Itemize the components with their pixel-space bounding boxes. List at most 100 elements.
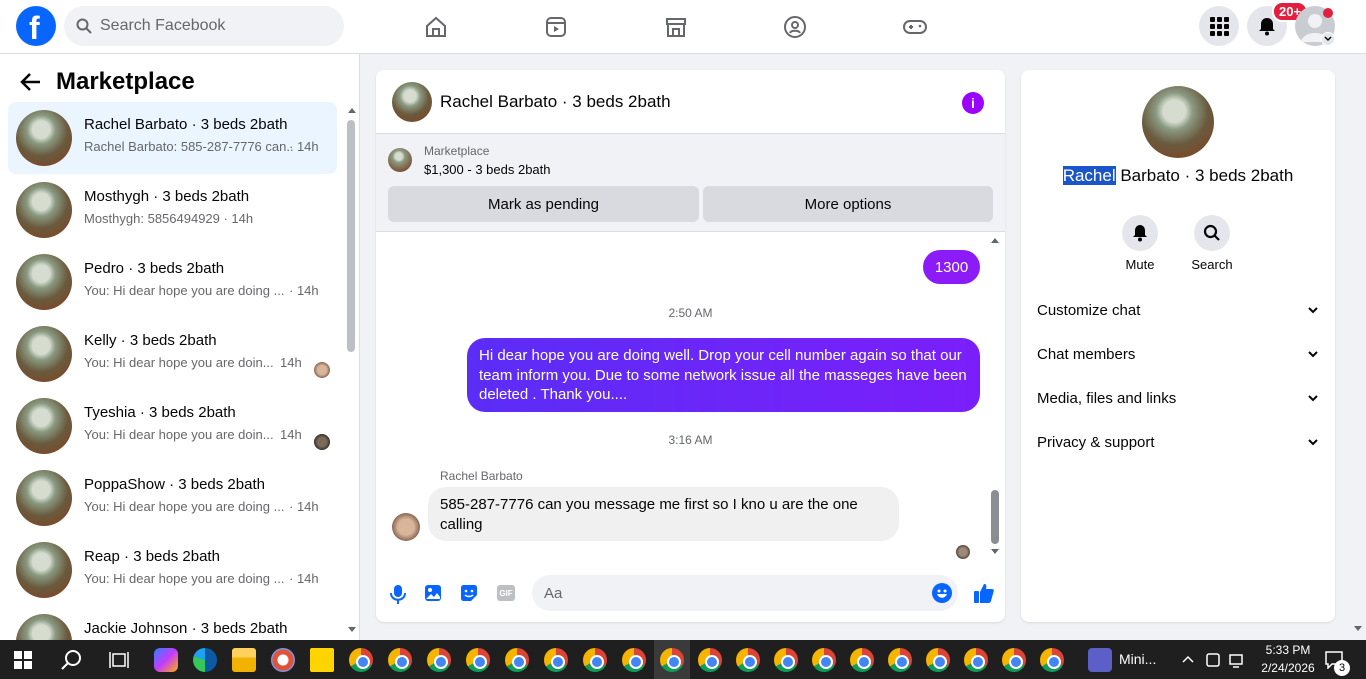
- chrome-icon[interactable]: [466, 648, 490, 672]
- clock-date[interactable]: 2/24/2026: [1253, 661, 1323, 675]
- chrome-icon[interactable]: [544, 648, 568, 672]
- search-conversation-button[interactable]: Search: [1182, 215, 1242, 272]
- conversation-name: PoppaShow · 3 beds 2bath: [84, 476, 265, 493]
- conversation-preview: Mosthygh: 5856494929 · 14h: [84, 211, 254, 226]
- listing-thumbnail: [388, 148, 412, 172]
- chrome-icon[interactable]: [349, 648, 373, 672]
- conversation-item[interactable]: PoppaShow · 3 beds 2bath You: Hi dear ho…: [8, 462, 337, 534]
- gaming-nav-icon[interactable]: [895, 10, 935, 44]
- scroll-up-arrow-icon[interactable]: [347, 106, 357, 114]
- chrome-icon[interactable]: [583, 648, 607, 672]
- chrome-icon[interactable]: [427, 648, 451, 672]
- task-view-icon[interactable]: [109, 651, 129, 669]
- edge-icon[interactable]: [193, 648, 217, 672]
- listing-banner: Marketplace $1,300 - 3 beds 2bath Mark a…: [376, 134, 1005, 232]
- emoji-icon[interactable]: [932, 583, 952, 603]
- home-nav-icon[interactable]: [416, 10, 456, 44]
- svg-text:f: f: [29, 10, 40, 46]
- chrome-icon[interactable]: [888, 648, 912, 672]
- section-label: Privacy & support: [1037, 434, 1155, 451]
- chat-title[interactable]: Rachel Barbato · 3 beds 2bath: [440, 92, 671, 112]
- conversation-name: Rachel Barbato · 3 beds 2bath: [84, 116, 288, 133]
- video-nav-icon[interactable]: [536, 10, 576, 44]
- taskbar-app-label[interactable]: Mini...: [1119, 651, 1156, 667]
- section-label: Chat members: [1037, 346, 1136, 363]
- chevron-down-icon[interactable]: [1321, 32, 1335, 46]
- sent-message[interactable]: 1300: [923, 250, 980, 284]
- mute-button[interactable]: Mute: [1110, 215, 1170, 272]
- tray-device-icon[interactable]: [1205, 652, 1221, 668]
- marketplace-nav-icon[interactable]: [656, 10, 696, 44]
- paint-icon[interactable]: [271, 648, 295, 672]
- facebook-logo[interactable]: f: [16, 6, 56, 46]
- like-icon[interactable]: [973, 582, 995, 604]
- network-icon[interactable]: [1229, 652, 1247, 668]
- sticker-icon[interactable]: [460, 584, 478, 602]
- video-app-icon[interactable]: [1088, 648, 1112, 672]
- customize-chat-section[interactable]: Customize chat: [1037, 302, 1319, 326]
- chrome-icon-active[interactable]: [660, 648, 684, 672]
- chrome-icon[interactable]: [698, 648, 722, 672]
- chat-avatar[interactable]: [392, 82, 432, 122]
- file-explorer-icon[interactable]: [232, 648, 256, 672]
- search-label: Search: [1191, 257, 1233, 272]
- clock-time[interactable]: 5:33 PM: [1258, 643, 1318, 657]
- media-files-links-section[interactable]: Media, files and links: [1037, 390, 1319, 414]
- more-options-button[interactable]: More options: [703, 186, 993, 222]
- windows-start-icon[interactable]: [14, 651, 32, 669]
- gif-icon[interactable]: GIF: [497, 585, 515, 601]
- chrome-icon[interactable]: [622, 648, 646, 672]
- chat-scrollbar[interactable]: [991, 490, 999, 544]
- menu-grid-button[interactable]: [1199, 6, 1239, 46]
- message-input[interactable]: Aa: [532, 575, 958, 611]
- sender-avatar[interactable]: [392, 513, 420, 541]
- back-arrow-icon[interactable]: [20, 72, 42, 92]
- chevron-up-icon[interactable]: [1182, 655, 1194, 663]
- chrome-icon[interactable]: [1002, 648, 1026, 672]
- sidebar-scrollbar[interactable]: [347, 120, 355, 352]
- search-input[interactable]: Search Facebook: [64, 6, 344, 46]
- chrome-icon[interactable]: [1040, 648, 1064, 672]
- mute-label: Mute: [1125, 257, 1155, 272]
- chat-profile-avatar[interactable]: [1142, 86, 1214, 158]
- conversation-item[interactable]: Jackie Johnson · 3 beds 2bath: [8, 606, 337, 640]
- chat-members-section[interactable]: Chat members: [1037, 346, 1319, 370]
- chrome-icon[interactable]: [388, 648, 412, 672]
- chrome-icon[interactable]: [964, 648, 988, 672]
- notification-count: 3: [1334, 660, 1350, 676]
- microphone-icon[interactable]: [390, 584, 406, 604]
- page-scroll-down-arrow-icon[interactable]: [1353, 625, 1363, 633]
- conversation-item[interactable]: Mosthygh · 3 beds 2bath Mosthygh: 585649…: [8, 174, 337, 246]
- scroll-up-arrow-icon[interactable]: [990, 236, 1000, 244]
- listing-thumbnail: [16, 470, 72, 526]
- groups-nav-icon[interactable]: [775, 10, 815, 44]
- chrome-icon[interactable]: [812, 648, 836, 672]
- chrome-icon[interactable]: [850, 648, 874, 672]
- photo-icon[interactable]: [424, 584, 442, 602]
- sent-message[interactable]: Hi dear hope you are doing well. Drop yo…: [467, 338, 980, 412]
- search-icon[interactable]: [61, 649, 83, 671]
- listing-price: $1,300 - 3 beds 2bath: [424, 162, 551, 177]
- conversation-item[interactable]: Pedro · 3 beds 2bath You: Hi dear hope y…: [8, 246, 337, 318]
- copilot-icon[interactable]: [154, 648, 178, 672]
- received-message[interactable]: 585-287-7776 can you message me first so…: [428, 487, 899, 541]
- conversation-item[interactable]: Rachel Barbato · 3 beds 2bath Rachel Bar…: [8, 102, 337, 174]
- chrome-icon[interactable]: [774, 648, 798, 672]
- conversation-item[interactable]: Reap · 3 beds 2bath You: Hi dear hope yo…: [8, 534, 337, 606]
- conversation-item[interactable]: Kelly · 3 beds 2bath You: Hi dear hope y…: [8, 318, 337, 390]
- mark-as-pending-button[interactable]: Mark as pending: [388, 186, 699, 222]
- privacy-support-section[interactable]: Privacy & support: [1037, 434, 1319, 458]
- conversation-name: Reap · 3 beds 2bath: [84, 548, 220, 565]
- chevron-down-icon: [1308, 395, 1318, 402]
- chrome-icon[interactable]: [505, 648, 529, 672]
- selected-name-text: Rachel: [1062, 166, 1116, 185]
- info-icon[interactable]: i: [962, 92, 984, 114]
- chrome-icon[interactable]: [926, 648, 950, 672]
- conversation-item[interactable]: Tyeshia · 3 beds 2bath You: Hi dear hope…: [8, 390, 337, 462]
- sticky-notes-icon[interactable]: [310, 648, 334, 672]
- chrome-icon[interactable]: [736, 648, 760, 672]
- scroll-down-arrow-icon[interactable]: [990, 548, 1000, 556]
- conversation-name: Kelly · 3 beds 2bath: [84, 332, 217, 349]
- listing-thumbnail: [16, 542, 72, 598]
- scroll-down-arrow-icon[interactable]: [347, 626, 357, 634]
